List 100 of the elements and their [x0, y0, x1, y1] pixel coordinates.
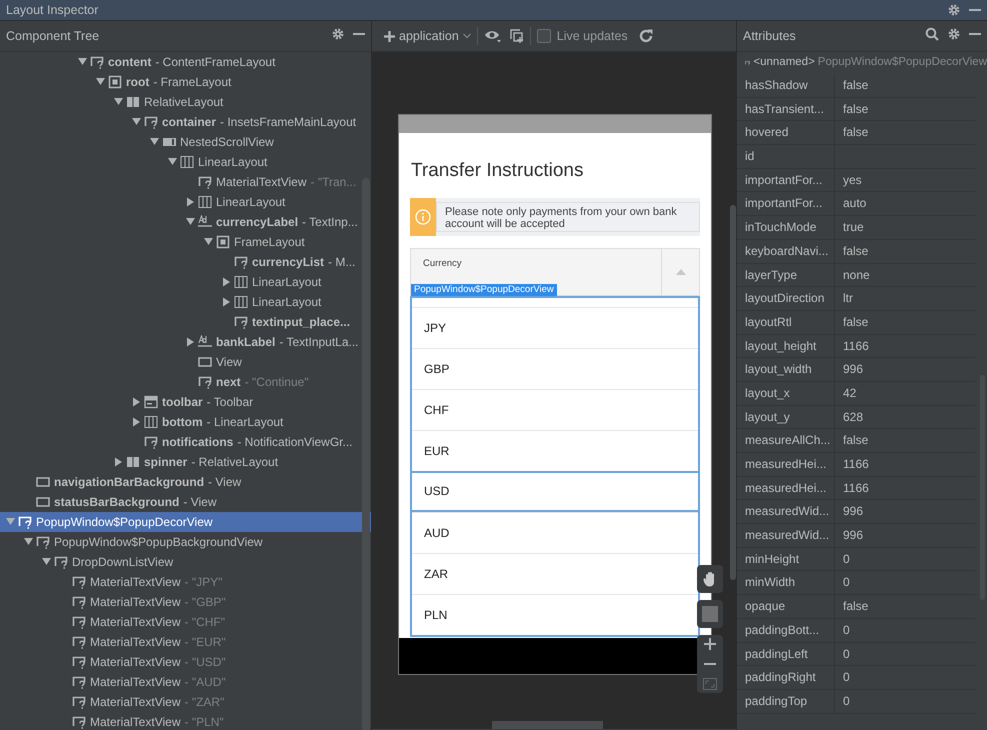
live-updates-checkbox[interactable] [536, 29, 551, 43]
triangle-down-icon[interactable] [131, 117, 144, 127]
attribute-name: measuredHei... [744, 456, 828, 473]
node-class-label: - View [208, 474, 242, 491]
dropdown-item[interactable]: EUR [412, 430, 698, 470]
tree-row[interactable]: currencyList - M... [0, 252, 371, 272]
attribute-name: minWidth [744, 574, 796, 592]
search-icon[interactable] [925, 27, 939, 41]
node-name: <unnamed> [753, 55, 815, 70]
tree-row[interactable]: DropDownListView [0, 552, 371, 572]
tree-row[interactable]: notifications - NotificationViewGr... [0, 432, 371, 452]
tree-row[interactable]: statusBarBackground - View [0, 492, 371, 512]
columns-icon [234, 295, 249, 309]
triangle-down-icon[interactable] [77, 57, 90, 67]
triangle-down-icon[interactable] [23, 537, 36, 547]
tree-row[interactable]: MaterialTextView - "CHF" [0, 612, 371, 632]
tree-row[interactable]: navigationBarBackground - View [0, 472, 371, 492]
triangle-down-icon[interactable] [203, 237, 216, 247]
settings-icon[interactable] [947, 27, 961, 41]
settings-icon[interactable] [947, 3, 961, 17]
tree-row[interactable]: PopupWindow$PopupDecorView [0, 512, 371, 532]
dropdown-item[interactable]: USD [412, 470, 698, 512]
tree-row[interactable]: NestedScrollView [0, 132, 371, 152]
scrollbar[interactable] [492, 721, 603, 729]
attribute-name: measuredWid... [744, 527, 830, 544]
tree-row[interactable]: LinearLayout [0, 152, 371, 172]
triangle-down-icon[interactable] [185, 217, 198, 227]
tree-row[interactable]: toolbar - Toolbar [0, 392, 371, 412]
triangle-down-icon[interactable] [113, 97, 126, 107]
tree-row[interactable]: MaterialTextView - "PLN" [0, 712, 371, 729]
triangle-down-icon[interactable] [41, 557, 54, 567]
attribute-value: auto [843, 196, 866, 210]
tree-row[interactable]: LinearLayout [0, 272, 371, 292]
dropdown-item[interactable]: GBP [412, 348, 698, 388]
window-question-icon [72, 695, 87, 709]
tree-row[interactable]: bottom - LinearLayout [0, 412, 371, 432]
triangle-down-icon[interactable] [167, 157, 180, 167]
process-dropdown[interactable]: application [378, 26, 471, 46]
tree-row[interactable]: content - ContentFrameLayout [0, 52, 371, 72]
eye-icon[interactable] [484, 29, 502, 43]
triangle-down-icon[interactable] [95, 77, 108, 87]
attribute-value: false [843, 244, 868, 258]
tree-row[interactable]: spinner - RelativeLayout [0, 452, 371, 472]
node-class-label: - InsetsFrameMainLayout [220, 114, 356, 131]
tree-row[interactable]: MaterialTextView - "EUR" [0, 632, 371, 652]
pan-button[interactable] [697, 565, 723, 593]
tree-row[interactable]: bankLabel - TextInputLa... [0, 332, 371, 352]
attribute-name: paddingTop [744, 692, 808, 710]
dropdown-item[interactable]: CHF [412, 388, 698, 430]
currency-field[interactable]: Currency PopupWindow$PopupDecorView [410, 248, 700, 296]
dropdown-item[interactable]: JPY [412, 306, 698, 348]
node-class-label: MaterialTextView [216, 174, 306, 191]
tree-row[interactable]: MaterialTextView - "USD" [0, 652, 371, 672]
tree-row[interactable]: container - InsetsFrameMainLayout [0, 112, 371, 132]
tree-row[interactable]: PopupWindow$PopupBackgroundView [0, 532, 371, 552]
window-question-icon [198, 175, 213, 189]
window-question-icon [18, 515, 33, 529]
rectangle-icon [36, 495, 51, 509]
scrollbar[interactable] [362, 178, 370, 730]
tree-row[interactable]: MaterialTextView - "GBP" [0, 592, 371, 612]
node-id-label: navigationBarBackground [54, 474, 204, 491]
node-id-label: notifications [162, 434, 234, 451]
tree-row[interactable]: textinput_place... [0, 312, 371, 332]
node-id-label: root [126, 74, 150, 91]
tree-row[interactable]: currencyLabel - TextInp... [0, 212, 371, 232]
attribute-value: 1166 [843, 480, 869, 495]
tree-row[interactable]: FrameLayout [0, 232, 371, 252]
attribute-name: importantFor... [744, 172, 824, 189]
attribute-value: 996 [843, 528, 864, 542]
tree-row[interactable]: MaterialTextView - "Tran... [0, 172, 371, 192]
tree-row[interactable]: root - FrameLayout [0, 72, 371, 92]
zoom-in-icon[interactable] [704, 638, 716, 650]
hand-icon [703, 571, 717, 587]
node-text-label: - "JPY" [184, 574, 222, 591]
attribute-value: false [843, 102, 868, 116]
tree-row[interactable]: LinearLayout [0, 192, 371, 212]
refresh-icon[interactable] [638, 28, 654, 44]
tree-row[interactable]: MaterialTextView - "ZAR" [0, 692, 371, 712]
tree-row[interactable]: next - "Continue" [0, 372, 371, 392]
attribute-value: none [843, 268, 870, 282]
tree-row[interactable]: MaterialTextView - "JPY" [0, 572, 371, 592]
attribute-value: yes [843, 172, 862, 187]
tree-row[interactable]: LinearLayout [0, 292, 371, 312]
attribute-name: paddingRight [744, 669, 817, 686]
dropdown-item[interactable]: AUD [412, 512, 698, 552]
tree-row[interactable]: RelativeLayout [0, 92, 371, 112]
scrollbar[interactable] [730, 205, 736, 580]
process-label: application [399, 28, 459, 45]
tree-row[interactable]: MaterialTextView - "AUD" [0, 672, 371, 692]
attribute-value: 628 [843, 410, 864, 424]
attribute-name: importantFor... [744, 195, 824, 212]
node-id-label: content [108, 54, 152, 71]
settings-icon[interactable] [331, 27, 345, 41]
triangle-down-icon[interactable] [149, 137, 162, 147]
copy-plus-icon[interactable] [510, 29, 524, 43]
node-id-label: toolbar [162, 394, 203, 411]
window-question-icon [198, 375, 213, 389]
square-icon [702, 606, 718, 622]
tree-row[interactable]: View [0, 352, 371, 372]
node-class-label: - Toolbar [206, 394, 254, 411]
